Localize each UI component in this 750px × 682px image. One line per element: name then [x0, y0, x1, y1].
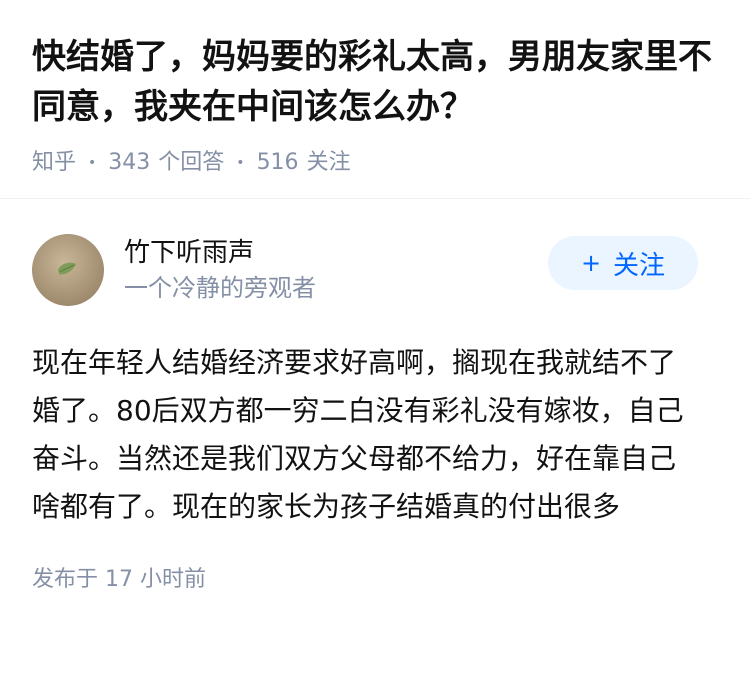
follower-count-label[interactable]: 关注 [307, 148, 351, 178]
plus-icon: + [580, 249, 602, 277]
section-divider [0, 198, 750, 199]
question-meta: 知乎 • 343 个回答 • 516 关注 [32, 148, 718, 178]
answer-card: 竹下听雨声 一个冷静的旁观者 + 关注 现在年轻人结婚经济要求好高啊，搁现在我就… [0, 233, 750, 595]
question-header: 快结婚了，妈妈要的彩礼太高，男朋友家里不同意，我夹在中间该怎么办？ 知乎 • 3… [0, 0, 750, 175]
question-title[interactable]: 快结婚了，妈妈要的彩礼太高，男朋友家里不同意，我夹在中间该怎么办？ [32, 32, 718, 132]
publish-time: 17 小时前 [105, 567, 207, 592]
author-name[interactable]: 竹下听雨声 [124, 236, 548, 270]
leaf-avatar-icon [58, 262, 76, 275]
author-info: 竹下听雨声 一个冷静的旁观者 [124, 236, 548, 304]
publish-info: 发布于 17 小时前 [32, 565, 718, 595]
follow-label: 关注 [613, 250, 666, 281]
author-row: 竹下听雨声 一个冷静的旁观者 + 关注 [32, 233, 718, 307]
follow-button[interactable]: + 关注 [548, 236, 698, 290]
publish-prefix: 发布于 [32, 567, 99, 592]
source-label[interactable]: 知乎 [32, 148, 76, 178]
follower-count: 516 [256, 150, 299, 175]
answer-count: 343 [108, 150, 151, 175]
avatar[interactable] [32, 234, 104, 306]
author-bio: 一个冷静的旁观者 [124, 274, 316, 302]
separator-dot: • [236, 155, 245, 171]
answer-content[interactable]: 现在年轻人结婚经济要求好高啊，搁现在我就结不了婚了。80后双方都一穷二白没有彩礼… [32, 339, 702, 531]
answer-count-label[interactable]: 个回答 [158, 148, 224, 178]
separator-dot: • [88, 155, 97, 171]
